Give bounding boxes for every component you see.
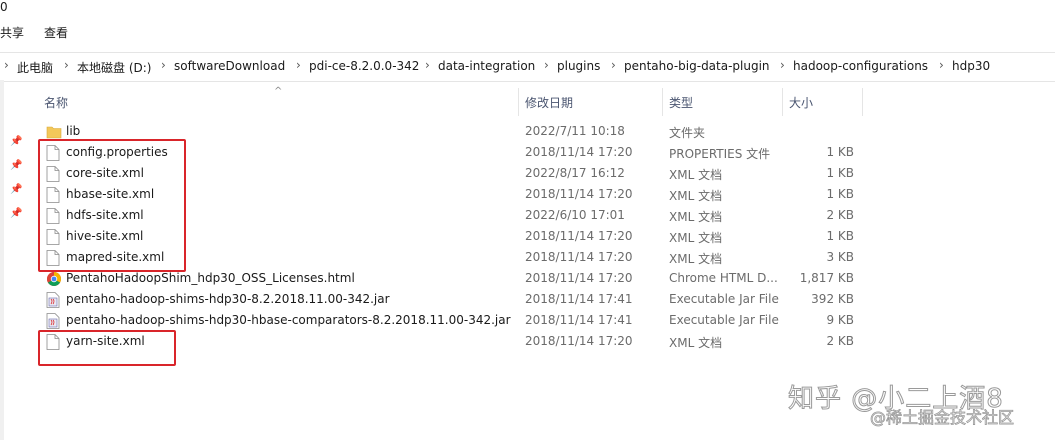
- file-modified: 2022/6/10 17:01: [525, 208, 625, 222]
- file-modified: 2018/11/14 17:20: [525, 187, 633, 201]
- jar-icon: [46, 313, 60, 329]
- file-size: 1 KB: [826, 229, 854, 243]
- file-size: 9 KB: [826, 313, 854, 327]
- file-type: XML 文档: [669, 210, 723, 224]
- chevron-right-icon[interactable]: ›: [780, 58, 785, 72]
- file-type: XML 文档: [669, 189, 723, 203]
- breadcrumb-softwaredownload[interactable]: softwareDownload: [174, 59, 285, 73]
- file-type: 文件夹: [669, 126, 706, 140]
- column-size[interactable]: 大小: [789, 94, 813, 111]
- breadcrumb-hadoop-configurations[interactable]: hadoop-configurations: [793, 59, 928, 73]
- folder-icon: [46, 124, 62, 140]
- file-type: Chrome HTML D...: [669, 271, 778, 285]
- breadcrumb-pdi[interactable]: pdi-ce-8.2.0.0-342: [309, 59, 419, 73]
- chevron-right-icon[interactable]: ›: [939, 58, 944, 72]
- file-row[interactable]: PentahoHadoopShim_hdp30_OSS_Licenses.htm…: [0, 269, 1055, 290]
- file-modified: 2018/11/14 17:20: [525, 145, 633, 159]
- chevron-right-icon[interactable]: ›: [611, 58, 616, 72]
- chevron-right-icon[interactable]: ›: [64, 58, 69, 72]
- file-modified: 2022/8/17 16:12: [525, 166, 625, 180]
- file-type: XML 文档: [669, 168, 723, 182]
- address-bar[interactable]: › 此电脑 › 本地磁盘 (D:) › softwareDownload › p…: [0, 52, 1055, 82]
- column-divider[interactable]: [782, 88, 783, 116]
- file-name: pentaho-hadoop-shims-hdp30-8.2.2018.11.0…: [66, 292, 390, 306]
- column-divider[interactable]: [518, 88, 519, 116]
- breadcrumb-big-data-plugin[interactable]: pentaho-big-data-plugin: [624, 59, 770, 73]
- file-modified: 2018/11/14 17:20: [525, 229, 633, 243]
- breadcrumb-hdp30[interactable]: hdp30: [952, 59, 990, 73]
- file-type: XML 文档: [669, 231, 723, 245]
- chevron-right-icon[interactable]: ›: [296, 58, 301, 72]
- file-size: 1 KB: [826, 145, 854, 159]
- file-modified: 2022/7/11 10:18: [525, 124, 625, 138]
- breadcrumb-local-disk[interactable]: 本地磁盘 (D:): [77, 59, 151, 76]
- chevron-right-icon[interactable]: ›: [425, 58, 430, 72]
- sort-ascending-icon: ^: [274, 86, 283, 97]
- file-type: PROPERTIES 文件: [669, 147, 771, 161]
- jar-icon: [46, 292, 60, 308]
- file-name: lib: [66, 124, 81, 138]
- file-modified: 2018/11/14 17:20: [525, 334, 633, 348]
- ribbon-menu: 共享 查看: [0, 20, 1055, 46]
- window-title-fragment: 0: [0, 0, 8, 14]
- juejin-watermark: @稀土掘金技术社区: [870, 408, 1015, 428]
- file-modified: 2018/11/14 17:41: [525, 313, 633, 327]
- file-size: 1 KB: [826, 166, 854, 180]
- file-size: 1,817 KB: [799, 271, 854, 285]
- chevron-right-icon[interactable]: ›: [161, 58, 166, 72]
- file-row[interactable]: pentaho-hadoop-shims-hdp30-hbase-compara…: [0, 311, 1055, 332]
- file-type: XML 文档: [669, 252, 723, 266]
- highlight-box-config-files: [38, 139, 186, 272]
- file-type: XML 文档: [669, 336, 723, 350]
- file-modified: 2018/11/14 17:20: [525, 250, 633, 264]
- file-size: 2 KB: [826, 208, 854, 222]
- highlight-box-yarn-site: [38, 330, 176, 366]
- file-row[interactable]: pentaho-hadoop-shims-hdp30-8.2.2018.11.0…: [0, 290, 1055, 311]
- chrome-icon: [46, 271, 61, 287]
- column-name[interactable]: 名称: [44, 94, 68, 111]
- file-modified: 2018/11/14 17:41: [525, 292, 633, 306]
- file-size: 3 KB: [826, 250, 854, 264]
- column-modified[interactable]: 修改日期: [525, 94, 573, 111]
- menu-view[interactable]: 查看: [44, 24, 68, 41]
- column-divider[interactable]: [862, 88, 863, 116]
- column-divider[interactable]: [662, 88, 663, 116]
- file-type: Executable Jar File: [669, 292, 779, 306]
- column-type[interactable]: 类型: [669, 94, 693, 111]
- file-type: Executable Jar File: [669, 313, 779, 327]
- file-size: 1 KB: [826, 187, 854, 201]
- file-name: pentaho-hadoop-shims-hdp30-hbase-compara…: [66, 313, 511, 327]
- chevron-right-icon: ›: [4, 58, 9, 72]
- breadcrumb-data-integration[interactable]: data-integration: [438, 59, 535, 73]
- file-size: 392 KB: [811, 292, 854, 306]
- menu-share[interactable]: 共享: [0, 24, 24, 41]
- chevron-right-icon[interactable]: ›: [544, 58, 549, 72]
- file-name: PentahoHadoopShim_hdp30_OSS_Licenses.htm…: [66, 271, 355, 285]
- breadcrumb-plugins[interactable]: plugins: [557, 59, 600, 73]
- file-modified: 2018/11/14 17:20: [525, 271, 633, 285]
- column-header: ^ 名称 修改日期 类型 大小: [0, 86, 1055, 116]
- file-size: 2 KB: [826, 334, 854, 348]
- breadcrumb-this-pc[interactable]: 此电脑: [17, 59, 53, 76]
